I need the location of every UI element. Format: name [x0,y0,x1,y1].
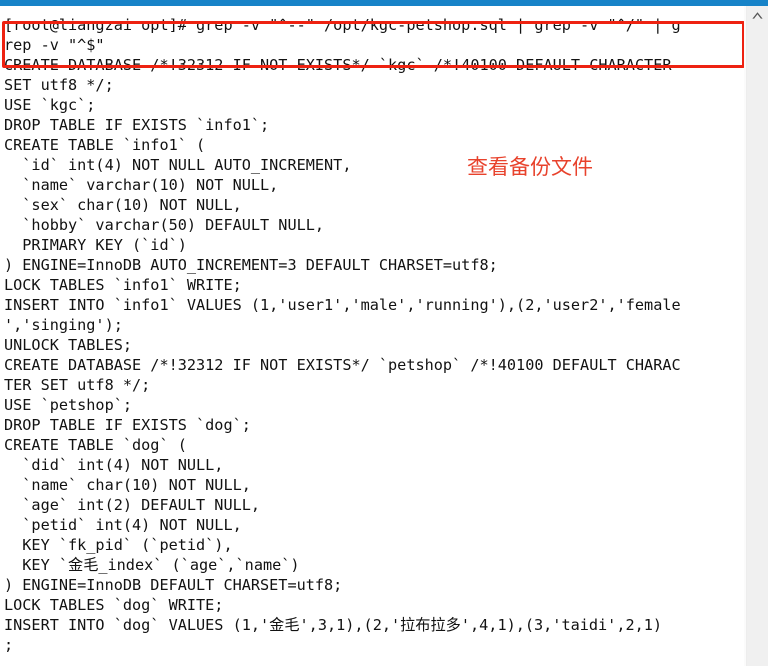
annotation-note-view-backup-file: 查看备份文件 [467,155,593,179]
vertical-scrollbar[interactable] [746,6,768,666]
scrollbar-track[interactable] [747,25,768,666]
screenshot-root: [root@liangzai opt]# grep -v "^--" /opt/… [0,0,768,666]
scrollbar-up-button[interactable] [747,6,768,25]
terminal-output-pane[interactable]: [root@liangzai opt]# grep -v "^--" /opt/… [0,6,746,666]
chevron-up-icon [751,11,764,20]
terminal-output-text: [root@liangzai opt]# grep -v "^--" /opt/… [4,16,681,654]
